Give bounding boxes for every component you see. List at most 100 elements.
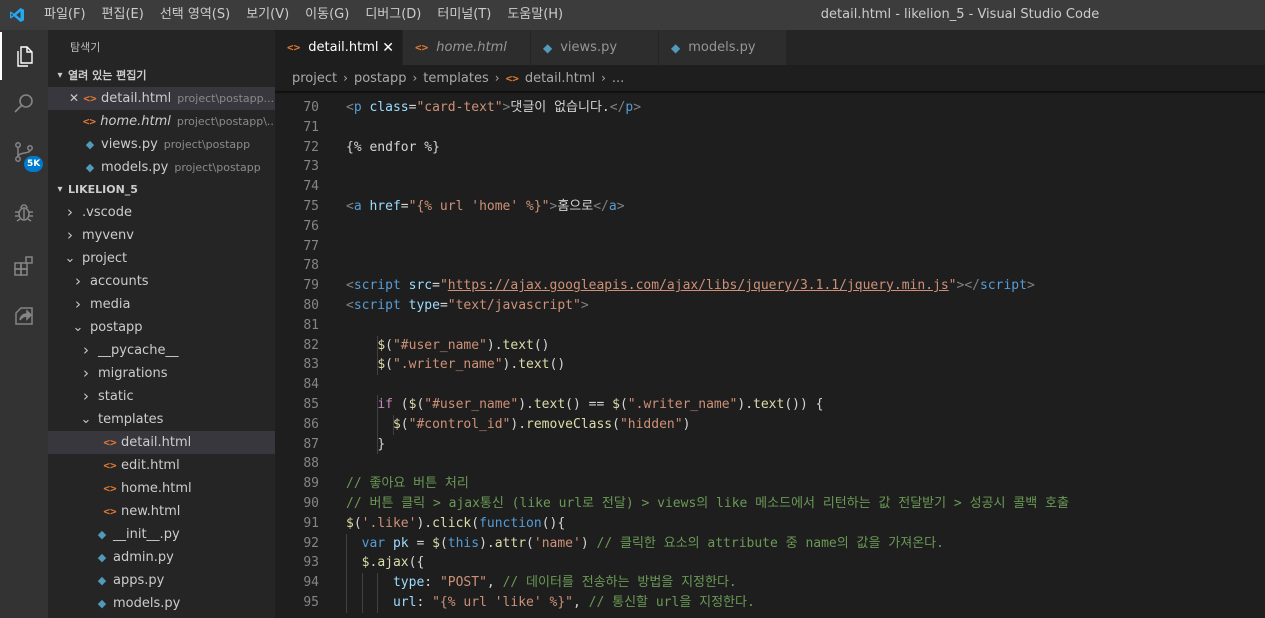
tab-views-py[interactable]: ◆ views.py <box>531 30 659 65</box>
html-file-icon: <> <box>103 482 117 495</box>
folder-item[interactable]: › media <box>48 293 275 316</box>
folder-name: myvenv <box>82 228 134 243</box>
menu-item[interactable]: 터미널(T) <box>429 0 499 30</box>
menu-item[interactable]: 이동(G) <box>297 0 357 30</box>
line-number: 84 <box>303 377 319 393</box>
file-item[interactable]: ◆ models.py <box>48 592 275 615</box>
folder-item[interactable]: ⌄ project <box>48 247 275 270</box>
code-token: a <box>353 199 362 214</box>
code-editor[interactable]: 70 <p class="card-text">댓글이 없습니다.</p> 71 72… <box>275 91 1265 618</box>
breadcrumb-item[interactable]: postapp <box>354 71 407 86</box>
code-text: <a href="{% url 'home' %}">홈으로</a> <box>346 197 625 217</box>
window-title: detail.html - likelion_5 - Visual Studio… <box>820 7 1100 22</box>
line-number: 85 <box>303 397 319 412</box>
menu-item[interactable]: 보기(V) <box>238 0 297 30</box>
file-item[interactable]: <> detail.html <box>48 431 275 454</box>
close-icon[interactable]: ✕ <box>382 40 394 56</box>
code-token: "POST" <box>439 575 487 591</box>
source-control-badge: 5K <box>24 156 44 172</box>
file-item[interactable]: <> home.html <box>48 477 275 500</box>
folder-item[interactable]: › myvenv <box>48 224 275 247</box>
line-number: 73 <box>303 159 319 175</box>
code-token: > <box>616 199 625 214</box>
breadcrumb-item[interactable]: ... <box>612 71 624 86</box>
breadcrumb-item[interactable]: templates <box>423 71 488 86</box>
folder-item[interactable]: › .vscode <box>48 201 275 224</box>
open-editor-item[interactable]: ◆ models.py project\postapp <box>48 156 275 179</box>
tab-models-py[interactable]: ◆ models.py <box>659 30 787 65</box>
code-token: type <box>408 298 440 313</box>
file-item[interactable]: ◆ __init__.py <box>48 523 275 546</box>
code-token: ( <box>471 515 480 531</box>
file-item[interactable]: <> edit.html <box>48 454 275 477</box>
source-control-icon[interactable]: 5K <box>0 128 48 176</box>
code-line: 79 <script src="https://ajax.googleapis.c… <box>275 276 1265 296</box>
breadcrumb-item[interactable]: project <box>292 71 337 86</box>
file-name: admin.py <box>113 550 174 565</box>
html-file-icon: <> <box>415 41 429 54</box>
breadcrumb-item[interactable]: detail.html <box>525 71 595 86</box>
code-line: 70 <p class="card-text">댓글이 없습니다.</p> <box>275 98 1265 118</box>
vscode-logo-icon <box>0 0 34 30</box>
chevron-down-icon: ▾ <box>57 184 63 195</box>
menu-item[interactable]: 선택 영역(S) <box>152 0 238 30</box>
line-number: 87 <box>303 436 319 452</box>
folder-item[interactable]: › accounts <box>48 270 275 293</box>
open-editor-item[interactable]: ✕ <> detail.html project\postapp... <box>48 87 275 110</box>
menu-item[interactable]: 디버그(D) <box>357 0 429 30</box>
chevron-right-icon: › <box>75 295 81 313</box>
code-token: ). <box>737 397 754 412</box>
code-token: text <box>533 397 566 412</box>
menu-item[interactable]: 편집(E) <box>94 0 152 30</box>
tab-home-html[interactable]: <> home.html <box>403 30 531 65</box>
code-token: ></ <box>956 278 980 294</box>
folder-name: templates <box>98 412 164 427</box>
file-item[interactable]: <> new.html <box>48 500 275 523</box>
search-icon[interactable] <box>0 80 48 128</box>
close-icon[interactable]: ✕ <box>66 87 82 110</box>
tab-label: views.py <box>560 40 618 55</box>
code-token: , <box>573 595 589 610</box>
code-token: > <box>633 100 642 115</box>
indent-guide <box>346 573 347 593</box>
code-token: " <box>948 278 957 294</box>
indent-guide <box>377 395 379 415</box>
indent-guide <box>377 355 379 376</box>
code-token: ( <box>439 535 448 551</box>
tab-detail-html[interactable]: <> detail.html ✕ <box>275 30 403 65</box>
explorer-sidebar: 탐색기 ▾ 열려 있는 편집기 ✕ <> detail.html project\po… <box>48 30 275 618</box>
extensions-icon[interactable] <box>0 242 48 290</box>
file-item[interactable]: ◆ admin.py <box>48 546 275 569</box>
python-file-icon: ◆ <box>85 138 95 151</box>
file-item[interactable]: ◆ apps.py <box>48 569 275 592</box>
folder-item[interactable]: ⌄ postapp <box>48 316 275 339</box>
folder-item[interactable]: › migrations <box>48 362 275 385</box>
folder-item[interactable]: ⌄ templates <box>48 408 275 431</box>
code-line: 81 <box>275 316 1265 336</box>
folder-item[interactable]: › static <box>48 385 275 408</box>
line-number: 91 <box>303 515 319 531</box>
code-token: ".writer_name" <box>392 357 503 373</box>
code-token: > <box>580 298 589 313</box>
line-number: 76 <box>303 218 319 234</box>
folder-item[interactable]: › __pycache__ <box>48 339 275 362</box>
workspace-header[interactable]: ▾ LIKELION_5 <box>48 179 275 201</box>
code-line: 87} <box>275 435 1265 455</box>
explorer-icon[interactable] <box>0 32 48 80</box>
remote-explorer-icon[interactable] <box>0 292 48 340</box>
code-line: 89 // 좋아요 버튼 처리 <box>275 474 1265 494</box>
tab-label: models.py <box>688 40 756 55</box>
code-token: ajax <box>377 555 409 571</box>
code-token: "{% url 'like' %}" <box>432 595 573 610</box>
code-token: ). <box>502 357 519 373</box>
file-name: views.py <box>101 137 158 152</box>
open-editor-item[interactable]: <> home.html project\postapp\... <box>48 110 275 133</box>
menu-item[interactable]: 도움말(H) <box>499 0 571 30</box>
open-editors-header[interactable]: ▾ 열려 있는 편집기 <box>48 65 275 87</box>
menu-item[interactable]: 파일(F) <box>34 0 94 30</box>
code-token: // 통신할 url을 지정한다. <box>588 595 755 610</box>
indent-guide <box>377 335 379 356</box>
debug-icon[interactable] <box>0 188 48 236</box>
open-editor-item[interactable]: ◆ views.py project\postapp <box>48 133 275 156</box>
code-token: ) <box>682 416 691 432</box>
